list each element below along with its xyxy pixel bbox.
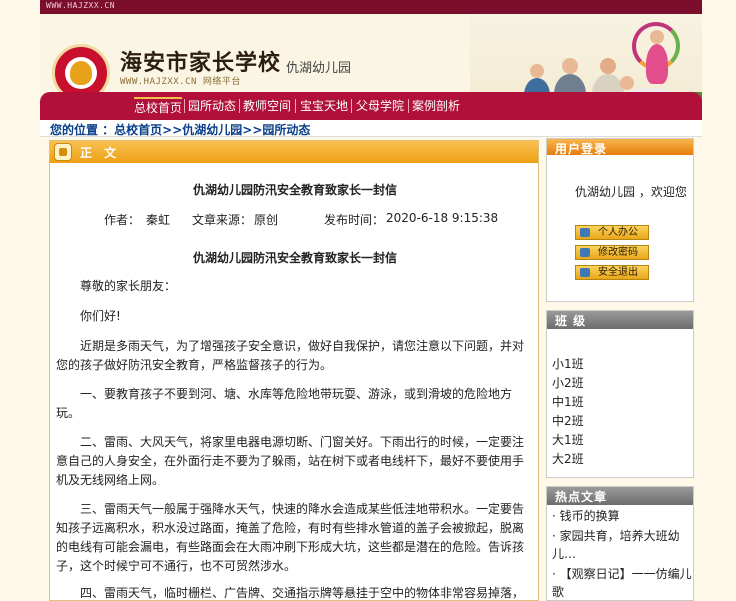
document-icon xyxy=(54,143,72,161)
classes-panel: 班 级 小1班 小2班 中1班 中2班 大1班 大2班 xyxy=(546,310,694,478)
exit-icon xyxy=(580,268,590,277)
classes-panel-header: 班 级 xyxy=(547,311,693,329)
site-subtitle: 仇湖幼儿园 xyxy=(286,61,352,76)
nav-item-news[interactable]: 园所动态 xyxy=(188,97,236,115)
breadcrumb: 您的位置 ：总校首页>>仇湖幼儿园>>园所动态 xyxy=(40,120,702,137)
key-icon xyxy=(580,248,590,257)
change-password-button[interactable]: 修改密码 xyxy=(575,245,649,260)
nav-item-parents[interactable]: 父母学院 xyxy=(356,97,404,115)
logout-button[interactable]: 安全退出 xyxy=(575,265,649,280)
nav-item-cases[interactable]: 案例剖析 xyxy=(412,97,460,115)
author-value: 秦虹 xyxy=(146,213,171,227)
site-title: 海安市家长学校 xyxy=(120,50,282,76)
source-value: 原创 xyxy=(254,213,279,227)
source-label: 文章来源： xyxy=(192,213,253,227)
hot-articles-title: 热点文章 xyxy=(555,490,608,504)
login-panel-header: 用户登录 xyxy=(547,139,693,156)
classes-title: 班 级 xyxy=(555,314,587,328)
hot-article-link[interactable]: · 家园共育，培养大班幼儿… xyxy=(552,527,692,563)
paragraph: 四、雷雨天气，临时栅栏、广告牌、交通指示牌等悬挂于空中的物体非常容易掉落， xyxy=(80,586,525,600)
main-nav: 总校首页 园所动态 教师空间 宝宝天地 父母学院 案例剖析 xyxy=(40,92,702,120)
nav-item-kids[interactable]: 宝宝天地 xyxy=(300,97,348,115)
class-link[interactable]: 大1班 xyxy=(552,431,584,448)
personal-office-button[interactable]: 个人办公 xyxy=(575,225,649,240)
nav-item-teachers[interactable]: 教师空间 xyxy=(243,97,291,115)
site-url-platform: WWW.HAJZXX.CN 网络平台 xyxy=(120,77,241,87)
office-icon xyxy=(580,228,590,237)
article-panel-header: 正 文 xyxy=(50,141,538,163)
paragraph: 一、要教育孩子不要到河、塘、水库等危险地带玩耍、游泳，或到滑坡的危险地方玩。 xyxy=(56,387,513,420)
top-bar: WWW.HAJZXX.CN xyxy=(40,0,702,14)
paragraph: 二、雷雨、大风天气，将家里电器电源切断、门窗关好。下雨出行的时候，一定要注意自己… xyxy=(56,435,525,487)
author-label: 作者： xyxy=(104,213,141,227)
hot-articles-header: 热点文章 xyxy=(547,487,693,505)
class-link[interactable]: 小1班 xyxy=(552,355,584,372)
top-url: WWW.HAJZXX.CN xyxy=(46,1,116,10)
time-label: 发布时间： xyxy=(324,213,385,227)
breadcrumb-text[interactable]: 您的位置 ：总校首页>>仇湖幼儿园>>园所动态 xyxy=(50,121,310,138)
article-title: 仇湖幼儿园防汛安全教育致家长一封信 xyxy=(192,183,397,197)
paragraph: 近期是多雨天气，为了增强孩子安全意识，做好自我保护，请您注意以下问题，并对您的孩… xyxy=(56,339,525,372)
article-panel: 正 文 仇湖幼儿园防汛安全教育致家长一封信 作者： 秦虹 文章来源： 原创 发布… xyxy=(49,140,539,601)
nav-item-home[interactable]: 总校首页 xyxy=(134,97,183,115)
time-value: 2020-6-18 9:15:38 xyxy=(386,211,499,225)
class-link[interactable]: 中2班 xyxy=(552,412,584,429)
section-label: 正 文 xyxy=(80,146,121,160)
paragraph: 尊敬的家长朋友： xyxy=(80,279,177,293)
login-panel: 用户登录 仇湖幼儿园 ，欢迎您 个人办公 修改密码 安全退出 xyxy=(546,138,694,302)
login-title: 用户登录 xyxy=(555,142,608,156)
class-link[interactable]: 小2班 xyxy=(552,374,584,391)
welcome-text: 仇湖幼儿园 ，欢迎您 xyxy=(575,185,687,199)
hot-articles-panel: 热点文章 · 钱币的换算 · 家园共育，培养大班幼儿… · 【观察日记】一一仿编… xyxy=(546,486,694,601)
hot-article-link[interactable]: · 钱币的换算 xyxy=(552,507,692,525)
class-link[interactable]: 大2班 xyxy=(552,450,584,467)
class-link[interactable]: 中1班 xyxy=(552,393,584,410)
paragraph: 三、雷雨天气一般属于强降水天气，快速的降水会造成某些低洼地带积水。一定要告知孩子… xyxy=(56,502,525,573)
content-title: 仇湖幼儿园防汛安全教育致家长一封信 xyxy=(192,251,397,265)
hot-article-link[interactable]: · 【观察日记】一一仿编儿歌 xyxy=(552,565,692,601)
paragraph: 你们好! xyxy=(80,309,121,323)
